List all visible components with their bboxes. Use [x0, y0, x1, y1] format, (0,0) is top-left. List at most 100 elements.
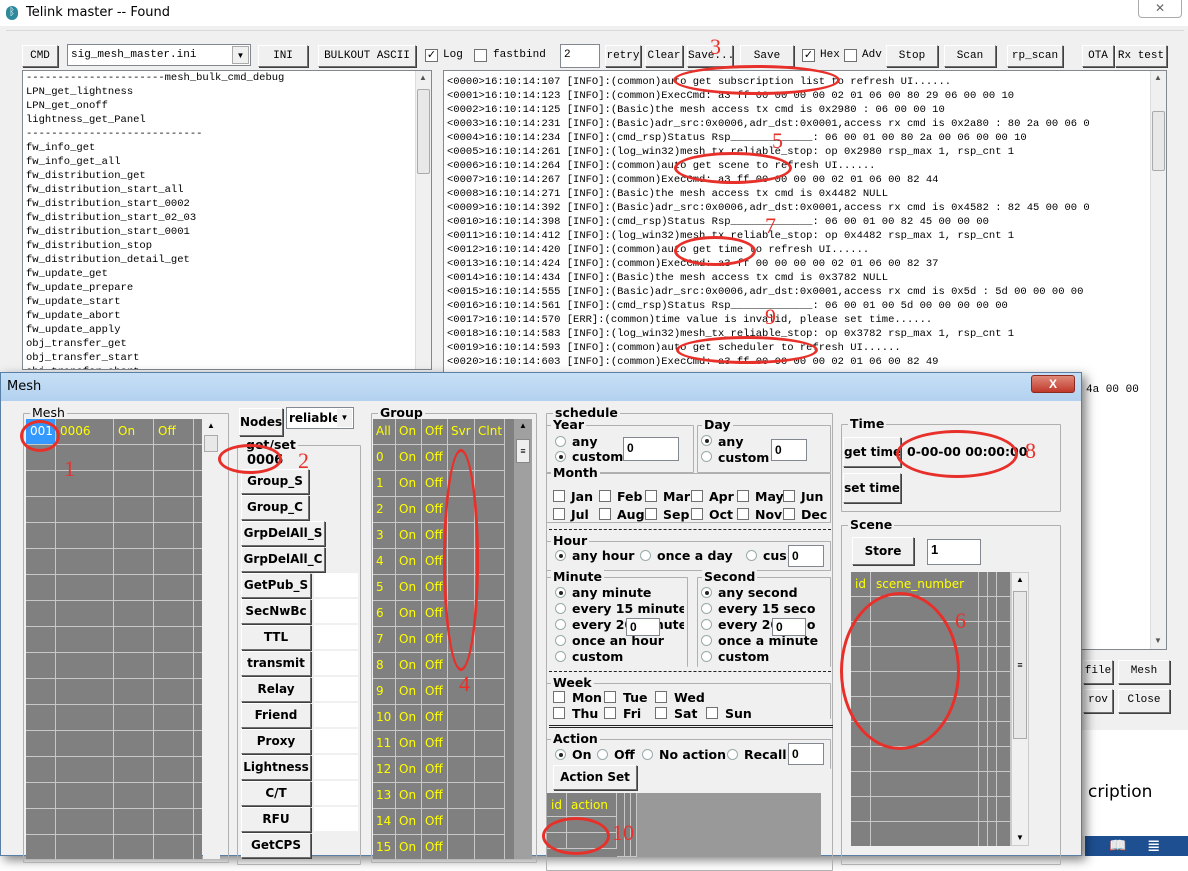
- group-row-id[interactable]: 4: [373, 549, 396, 575]
- mesh-table-cell[interactable]: [154, 627, 194, 653]
- month-checkbox-aug[interactable]: [599, 508, 611, 520]
- group-header-off[interactable]: Off: [422, 419, 448, 445]
- command-list-item[interactable]: fw_info_get_all: [23, 155, 431, 169]
- weekday-checkbox-wed[interactable]: [655, 691, 667, 703]
- year-any-radio[interactable]: [555, 436, 566, 447]
- mesh-table-cell[interactable]: [26, 471, 56, 497]
- mesh-button-ttl[interactable]: TTL: [241, 625, 311, 650]
- group-row-on[interactable]: On: [396, 809, 422, 835]
- scene-table-cell[interactable]: [979, 822, 988, 846]
- mesh-table-cell[interactable]: [194, 705, 202, 731]
- mesh-table-cell[interactable]: [26, 497, 56, 523]
- mesh-table-cell[interactable]: [114, 549, 154, 575]
- group-row-clnt[interactable]: [475, 757, 505, 783]
- mesh-button-getpub-s[interactable]: GetPub_S: [241, 573, 311, 598]
- scene-number-input[interactable]: 1: [927, 539, 981, 565]
- group-table-scrollbar[interactable]: ▲ ≡: [514, 419, 532, 859]
- group-row-off[interactable]: Off: [422, 731, 448, 757]
- group-row-on[interactable]: On: [396, 835, 422, 859]
- adv-checkbox[interactable]: [844, 49, 857, 62]
- group-row-off[interactable]: Off: [422, 757, 448, 783]
- command-list-item[interactable]: fw_distribution_stop: [23, 239, 431, 253]
- button-value-field[interactable]: [314, 703, 358, 727]
- mesh-table-cell[interactable]: [26, 523, 56, 549]
- group-row-id[interactable]: 0: [373, 445, 396, 471]
- month-checkbox-nov[interactable]: [737, 508, 749, 520]
- command-list-item[interactable]: obj_transfer_get: [23, 337, 431, 351]
- scene-table-cell[interactable]: [997, 722, 1011, 747]
- scene-table-cell[interactable]: [988, 722, 997, 747]
- mesh-button-c-t[interactable]: C/T: [241, 781, 311, 806]
- group-row-svr[interactable]: [448, 731, 475, 757]
- group-row-clnt[interactable]: [475, 653, 505, 679]
- group-row-id[interactable]: 1: [373, 471, 396, 497]
- scene-table-cell[interactable]: [979, 672, 988, 697]
- scene-table-cell[interactable]: [997, 572, 1011, 597]
- hex-checkbox[interactable]: ✓: [802, 49, 815, 62]
- command-list-item[interactable]: fw_info_get: [23, 141, 431, 155]
- minute-input[interactable]: 0: [626, 618, 660, 636]
- mesh-table-cell[interactable]: [56, 783, 114, 809]
- fastbind-checkbox[interactable]: [474, 49, 487, 62]
- mesh-table-cell[interactable]: [26, 835, 56, 859]
- close-button[interactable]: ✕: [1138, 0, 1182, 18]
- mesh-button[interactable]: Mesh: [1118, 660, 1170, 684]
- cmd-button[interactable]: CMD: [22, 45, 58, 67]
- mesh-table-cell[interactable]: [154, 705, 194, 731]
- group-row-id[interactable]: 7: [373, 627, 396, 653]
- group-row-off[interactable]: Off: [422, 809, 448, 835]
- group-row-clnt[interactable]: [475, 445, 505, 471]
- command-list-item[interactable]: fw_update_prepare: [23, 281, 431, 295]
- group-row-id[interactable]: 9: [373, 679, 396, 705]
- month-checkbox-mar[interactable]: [645, 490, 657, 502]
- mesh-table-cell[interactable]: [56, 627, 114, 653]
- action-radio-no-action[interactable]: [642, 749, 653, 760]
- scene-table-cell[interactable]: [988, 572, 997, 597]
- get-time-button[interactable]: get time: [843, 437, 901, 467]
- scene-table-cell[interactable]: [988, 672, 997, 697]
- command-list-item[interactable]: fw_update_get: [23, 267, 431, 281]
- action-radio-recall[interactable]: [727, 749, 738, 760]
- command-list-item[interactable]: obj_transfer_abort: [23, 365, 431, 369]
- command-list-item[interactable]: fw_update_abort: [23, 309, 431, 323]
- weekday-checkbox-sat[interactable]: [655, 707, 667, 719]
- mesh-table-cell[interactable]: [56, 705, 114, 731]
- group-row-off[interactable]: Off: [422, 445, 448, 471]
- month-checkbox-jun[interactable]: [783, 490, 795, 502]
- mesh-table-scrollbar[interactable]: ▲: [203, 419, 220, 859]
- mesh-table-cell[interactable]: [26, 679, 56, 705]
- scene-table-cell[interactable]: [997, 622, 1011, 647]
- mesh-button-rfu[interactable]: RFU: [241, 807, 311, 832]
- group-row-id[interactable]: 3: [373, 523, 396, 549]
- mesh-table-cell[interactable]: [56, 497, 114, 523]
- mesh-table-cell[interactable]: [194, 523, 202, 549]
- group-table[interactable]: All On Off Svr Clnt 0 On Off 1 On Off 2 On Off 3 On Off 4…: [373, 419, 514, 859]
- mesh-node-off[interactable]: Off: [154, 419, 194, 445]
- mesh-table-cell[interactable]: [114, 705, 154, 731]
- mesh-table-cell[interactable]: [56, 835, 114, 859]
- year-input[interactable]: 0: [623, 437, 679, 461]
- mesh-table-cell[interactable]: [194, 783, 202, 809]
- mesh-table-cell[interactable]: [154, 497, 194, 523]
- group-row-id[interactable]: 11: [373, 731, 396, 757]
- mesh-table-cell[interactable]: [26, 809, 56, 835]
- second-option-radio[interactable]: [701, 635, 712, 646]
- command-list-item[interactable]: fw_distribution_detail_get: [23, 253, 431, 267]
- close-main-button[interactable]: Close: [1118, 689, 1170, 713]
- month-checkbox-may[interactable]: [737, 490, 749, 502]
- mesh-table-cell[interactable]: [194, 445, 202, 471]
- group-row-on[interactable]: On: [396, 705, 422, 731]
- mesh-table-cell[interactable]: [154, 757, 194, 783]
- scene-table-cell[interactable]: [871, 822, 979, 846]
- month-checkbox-feb[interactable]: [599, 490, 611, 502]
- mesh-table-cell[interactable]: [26, 601, 56, 627]
- mesh-table-cell[interactable]: [56, 523, 114, 549]
- group-row-id[interactable]: 14: [373, 809, 396, 835]
- log-checkbox[interactable]: ✓: [425, 49, 438, 62]
- scene-table-cell[interactable]: [997, 647, 1011, 672]
- button-value-field[interactable]: [314, 677, 358, 701]
- button-value-field[interactable]: [314, 599, 358, 623]
- mesh-button-transmit[interactable]: transmit: [241, 651, 311, 676]
- scene-table-cell[interactable]: [979, 647, 988, 672]
- recall-input[interactable]: 0: [788, 743, 824, 765]
